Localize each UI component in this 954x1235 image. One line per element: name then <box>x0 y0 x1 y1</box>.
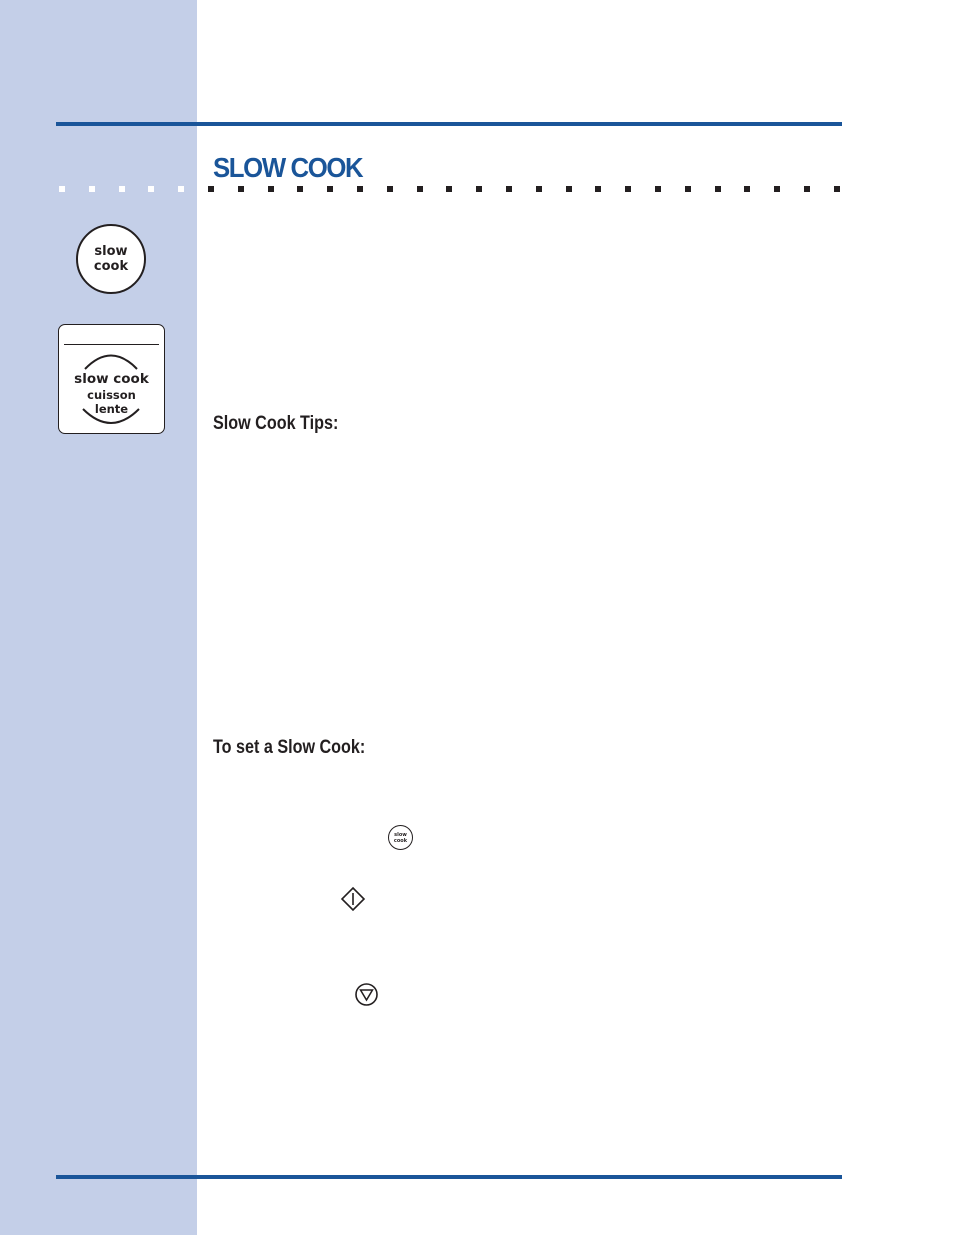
stop-key-icon <box>355 983 378 1006</box>
slow-cook-button-icon: slow cook <box>76 224 146 294</box>
divider-square <box>208 186 214 192</box>
divider-square <box>238 186 244 192</box>
divider-square <box>327 186 333 192</box>
set-heading: To set a Slow Cook: <box>213 737 366 758</box>
divider-square <box>148 186 154 192</box>
divider-square <box>834 186 840 192</box>
page-title: SLOW COOK <box>213 152 364 183</box>
slow-cook-panel-icon: slow cook cuisson lente <box>58 324 165 434</box>
divider-square <box>119 186 125 192</box>
divider-square <box>715 186 721 192</box>
divider-square <box>595 186 601 192</box>
divider-square <box>536 186 542 192</box>
slow-cook-button-line1: slow <box>94 244 128 259</box>
divider-square <box>655 186 661 192</box>
divider-square <box>446 186 452 192</box>
divider-square <box>625 186 631 192</box>
top-rule <box>56 122 842 126</box>
divider-square <box>804 186 810 192</box>
panel-label-1: slow cook <box>74 371 149 387</box>
start-key-icon <box>340 886 366 912</box>
divider-square <box>59 186 65 192</box>
divider-square <box>476 186 482 192</box>
divider-square <box>178 186 184 192</box>
dotted-divider <box>0 186 954 194</box>
divider-square <box>89 186 95 192</box>
tips-heading: Slow Cook Tips: <box>213 413 339 434</box>
slow-cook-button-line2: cook <box>93 259 129 274</box>
divider-square <box>297 186 303 192</box>
divider-square <box>387 186 393 192</box>
divider-square <box>566 186 572 192</box>
divider-square <box>268 186 274 192</box>
divider-square <box>506 186 512 192</box>
divider-square <box>357 186 363 192</box>
divider-square <box>417 186 423 192</box>
slow-cook-key-line2: cook <box>393 837 408 844</box>
panel-label-3: lente <box>94 402 129 416</box>
bottom-rule <box>56 1175 842 1179</box>
divider-square <box>685 186 691 192</box>
slow-cook-key-icon: slow cook <box>388 825 413 850</box>
divider-square <box>774 186 780 192</box>
divider-square <box>744 186 750 192</box>
panel-label-2: cuisson <box>87 388 136 402</box>
